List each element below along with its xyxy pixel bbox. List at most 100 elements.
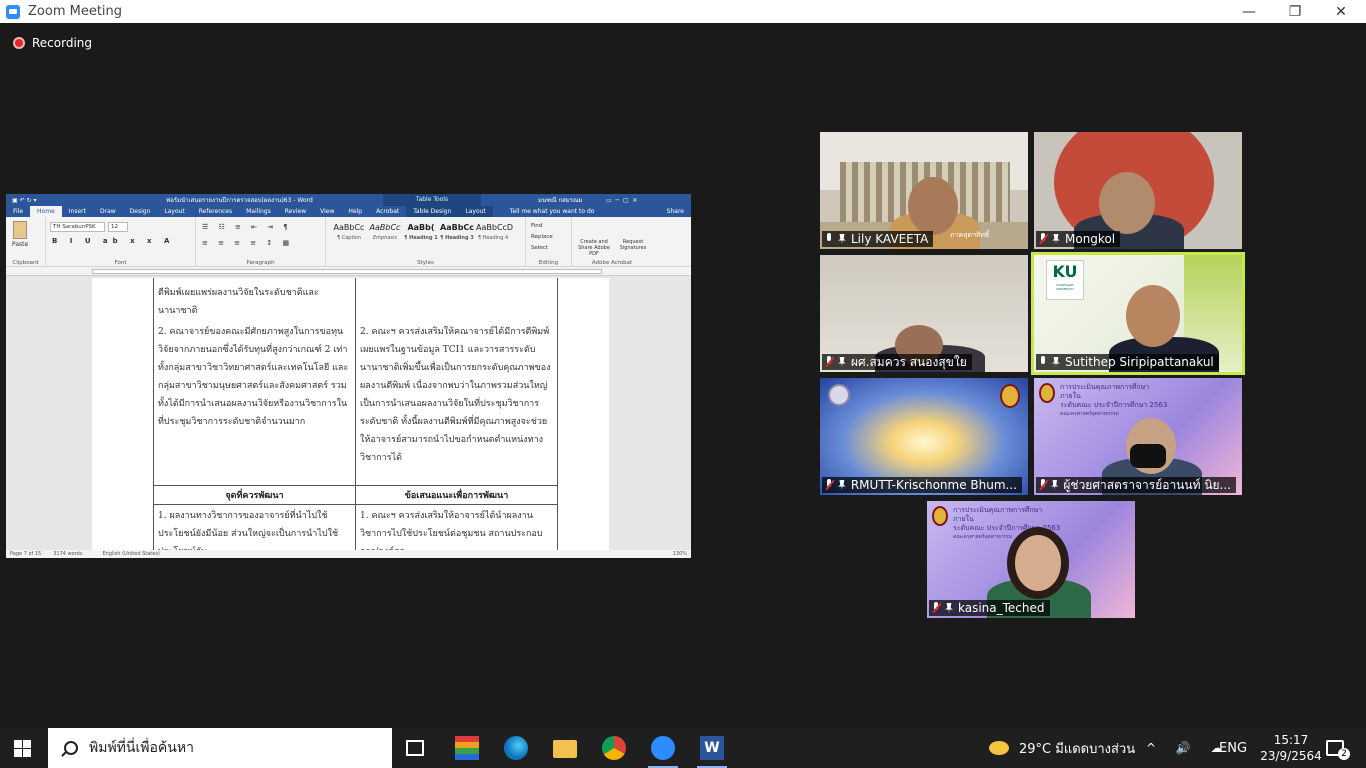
- clipboard-group: Paste Clipboard: [6, 217, 46, 267]
- participant-face: [1126, 285, 1180, 347]
- document-page[interactable]: ตีพิมพ์เผยแพร่ผลงานวิจัยในระดับชาติและนา…: [92, 278, 609, 550]
- tab-file[interactable]: File: [6, 206, 30, 217]
- share-button[interactable]: Share: [660, 206, 691, 217]
- video-tile-anon[interactable]: การประเมินคุณภาพการศึกษาภายใน ระดับคณะ ปร…: [1034, 378, 1242, 495]
- style-emphasis[interactable]: AaBbCc Emphasis: [368, 223, 402, 247]
- word-quick-access[interactable]: ▣ ↶ ↻ ▾: [12, 197, 36, 204]
- clock[interactable]: 15:17 23/9/2564: [1260, 728, 1322, 768]
- video-tile-somkuan[interactable]: ผศ.สมควร สนองสุขใย: [820, 255, 1028, 372]
- taskbar-search[interactable]: พิมพ์ที่นี่เพื่อค้นหา: [48, 728, 392, 768]
- paste-icon[interactable]: [13, 221, 27, 239]
- tab-references[interactable]: References: [192, 206, 239, 217]
- video-tile-sutithep[interactable]: KU KASETSART UNIVERSITY Sutithep Siripip…: [1031, 252, 1245, 375]
- replace-button[interactable]: Replace: [531, 232, 553, 243]
- shared-screen-word[interactable]: ▣ ↶ ↻ ▾ ฟอร์มนำเสนอรายงานปีการตรวจสอบ(ผล…: [6, 194, 691, 558]
- pin-icon: [838, 234, 846, 244]
- pin-icon: [1052, 357, 1060, 367]
- request-signatures-button[interactable]: Request Signatures: [616, 239, 650, 251]
- tab-help[interactable]: Help: [341, 206, 369, 217]
- tab-draw[interactable]: Draw: [93, 206, 123, 217]
- weather-widget[interactable]: 29°C มีแดดบางส่วน: [989, 728, 1135, 768]
- paragraph-label: Paragraph: [246, 260, 275, 266]
- task-view-icon[interactable]: [406, 740, 424, 756]
- faculty-logo: [1000, 384, 1020, 408]
- tab-insert[interactable]: Insert: [62, 206, 93, 217]
- participant-face: [908, 177, 958, 235]
- start-button[interactable]: [14, 740, 31, 757]
- find-button[interactable]: Find: [531, 221, 553, 232]
- recording-label: Recording: [32, 36, 93, 50]
- style-heading-3[interactable]: AaBbCc ¶ Heading 3: [440, 223, 474, 247]
- font-format-buttons[interactable]: B I U ab x x A: [52, 237, 174, 245]
- header-suggestions: ข้อเสนอแนะเพื่อการพัฒนา: [404, 491, 509, 501]
- file-explorer-icon[interactable]: [553, 740, 577, 758]
- zoom-icon[interactable]: [651, 736, 675, 760]
- table-tools-label: Table Tools: [383, 194, 481, 206]
- minimize-button[interactable]: —: [1226, 0, 1272, 23]
- tab-table-design[interactable]: Table Design: [406, 206, 459, 217]
- mic-muted-icon: [931, 602, 941, 614]
- word-window-controls[interactable]: ▭ ─ ▢ ✕: [606, 197, 637, 204]
- wall-text: ภาคสุดฯสิทธิ์: [950, 231, 990, 239]
- align-buttons[interactable]: ≡ ≡ ≡ ≡ ↕ ▦: [202, 239, 293, 247]
- tab-acrobat[interactable]: Acrobat: [369, 206, 406, 217]
- word-icon[interactable]: W: [700, 736, 724, 760]
- video-tile-mongkol[interactable]: Mongkol: [1034, 132, 1242, 249]
- participant-name-tag: RMUTT-Krischonme Bhum...: [822, 477, 1022, 493]
- tab-table-layout[interactable]: Layout: [458, 206, 493, 217]
- participant-name-tag: Lily KAVEETA: [822, 231, 934, 247]
- tab-design[interactable]: Design: [123, 206, 158, 217]
- list-buttons[interactable]: ☰ ☷ ≡ ⇤ ⇥ ¶: [202, 223, 292, 231]
- select-button[interactable]: Select: [531, 243, 553, 254]
- face-mask: [1130, 444, 1166, 468]
- participant-name-tag: Mongkol: [1036, 231, 1121, 247]
- tab-home[interactable]: Home: [30, 206, 62, 217]
- participant-name-tag: kasina_Teched: [929, 600, 1050, 616]
- pin-icon: [945, 603, 953, 613]
- tab-mailings[interactable]: Mailings: [239, 206, 278, 217]
- pin-icon: [837, 480, 846, 490]
- mic-muted-icon: [824, 479, 834, 491]
- create-share-pdf-button[interactable]: Create and Share Adobe PDF: [576, 239, 612, 257]
- cell-suggestion-2: 2. คณะฯ ควรส่งเสริมให้คณาจารย์ได้มีการตี…: [360, 327, 551, 463]
- system-tray-icons[interactable]: ^ 🔊 ☁: [1146, 728, 1231, 768]
- faculty-logo: [932, 506, 948, 526]
- video-tile-kasina[interactable]: การประเมินคุณภาพการศึกษาภายใน ระดับคณะ ปร…: [927, 501, 1135, 618]
- clipboard-label: Clipboard: [12, 260, 39, 266]
- maximize-button[interactable]: ❐: [1272, 0, 1318, 23]
- app-stack-icon[interactable]: [455, 736, 479, 760]
- document-area: ตีพิมพ์เผยแพร่ผลงานวิจัยในระดับชาติและนา…: [6, 278, 691, 550]
- chrome-icon[interactable]: [602, 736, 626, 760]
- acrobat-label: Adobe Acrobat: [591, 260, 633, 266]
- style-heading-4[interactable]: AaBbCcD ¶ Heading 4: [476, 223, 513, 247]
- weather-text: 29°C มีแดดบางส่วน: [1019, 741, 1136, 757]
- cell-strength-2: 2. คณาจารย์ของคณะมีศักยภาพสูงในการขอทุนว…: [158, 327, 349, 427]
- editing-label: Editing: [538, 260, 559, 266]
- language-indicator[interactable]: ENG: [1219, 728, 1247, 768]
- mic-muted-icon: [1038, 233, 1048, 245]
- ku-logo: KU KASETSART UNIVERSITY: [1046, 260, 1084, 300]
- font-name-box[interactable]: TH SarabunPSK: [50, 222, 105, 232]
- notification-center[interactable]: 2: [1326, 728, 1356, 768]
- font-size-box[interactable]: 12: [108, 222, 128, 232]
- word-user-name: มนฑณี กสมรณม: [538, 197, 583, 204]
- video-tile-lily[interactable]: ภาคสุดฯสิทธิ์ Lily KAVEETA: [820, 132, 1028, 249]
- video-tile-rmutt[interactable]: RMUTT-Krischonme Bhum...: [820, 378, 1028, 495]
- word-ribbon-tabs: File Home Insert Draw Design Layout Refe…: [6, 206, 691, 217]
- font-group: TH SarabunPSK 12 B I U ab x x A Font: [46, 217, 196, 267]
- tab-layout[interactable]: Layout: [157, 206, 191, 217]
- rmutt-logo: [828, 384, 850, 406]
- word-status-bar: Page 7 of 15 3174 words English (United …: [6, 550, 691, 558]
- tab-review[interactable]: Review: [278, 206, 313, 217]
- close-button[interactable]: ✕: [1318, 0, 1364, 23]
- tab-view[interactable]: View: [313, 206, 341, 217]
- edge-icon[interactable]: [504, 736, 528, 760]
- zoom-level[interactable]: 130%: [673, 551, 687, 557]
- tell-me-box[interactable]: Tell me what you want to do: [503, 206, 602, 217]
- recording-indicator[interactable]: Recording: [13, 36, 92, 50]
- search-icon: [64, 741, 78, 755]
- style-caption[interactable]: AaBbCc ¶ Caption: [332, 223, 366, 247]
- style-heading-1[interactable]: AaBb(¶ Heading 1: [404, 223, 438, 247]
- pin-icon: [1052, 234, 1060, 244]
- cell-top-left: ตีพิมพ์เผยแพร่ผลงานวิจัยในระดับชาติและนา…: [158, 288, 319, 316]
